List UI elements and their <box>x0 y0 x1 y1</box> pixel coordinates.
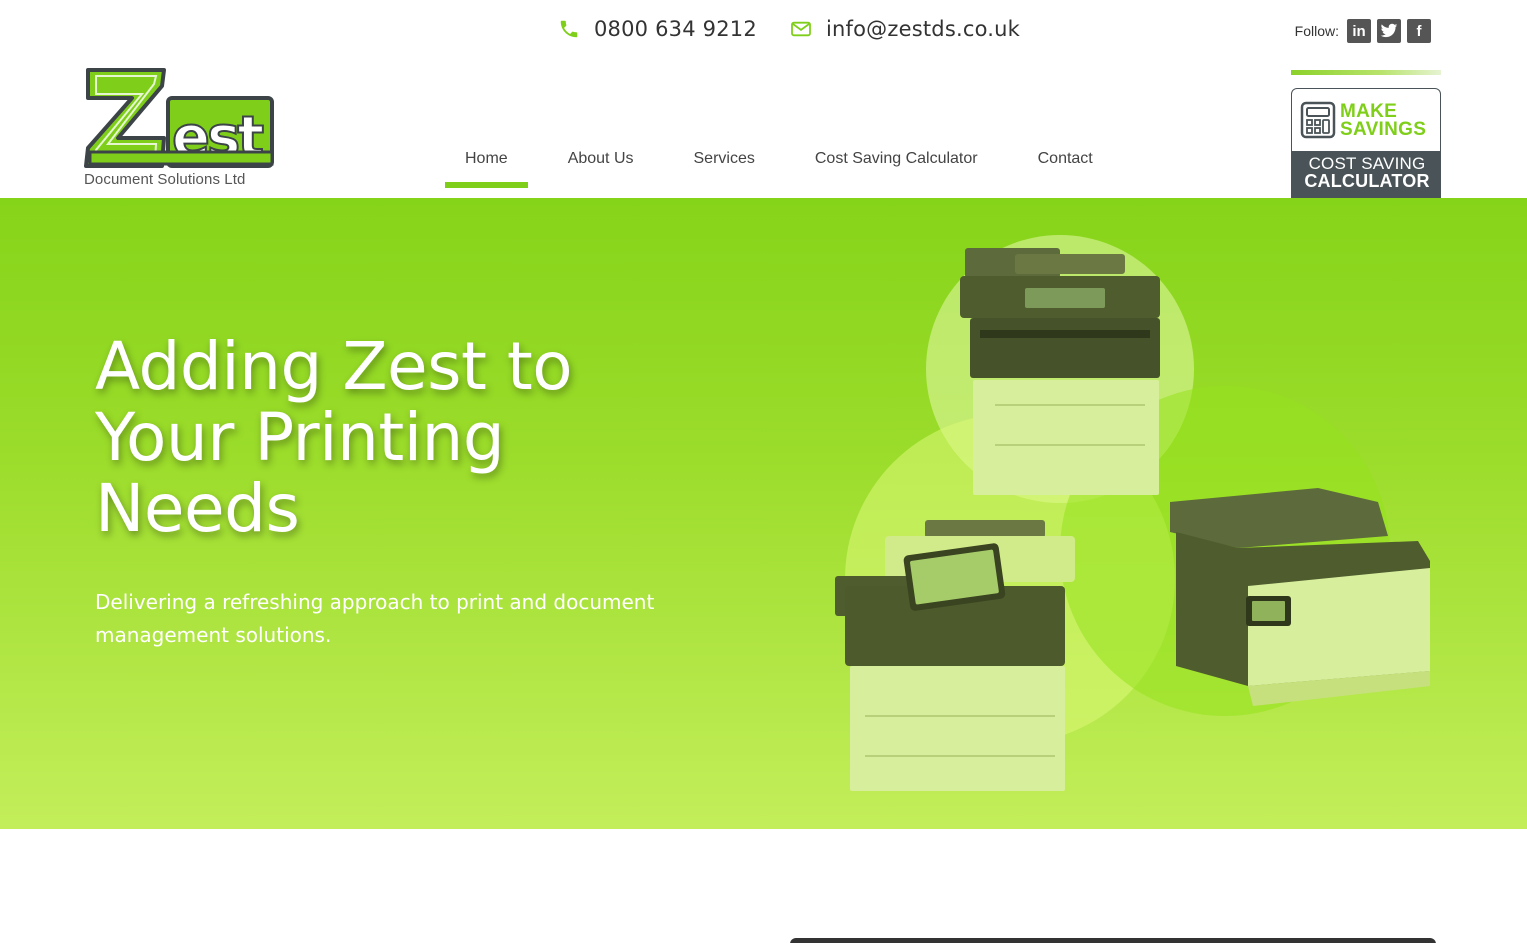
calculator-badge-label: COST SAVING CALCULATOR <box>1292 151 1440 197</box>
follow-label: Follow: <box>1294 23 1339 39</box>
phone-contact[interactable]: 0800 634 9212 <box>558 17 757 41</box>
calculator-badge-heading: MAKE SAVINGS <box>1340 101 1427 140</box>
nav-item-about-us[interactable]: About Us <box>548 138 654 188</box>
printer-image-mfp-top <box>960 248 1160 495</box>
nav-item-contact[interactable]: Contact <box>1018 138 1113 188</box>
calculator-badge-top: MAKE SAVINGS <box>1292 89 1440 151</box>
twitter-icon[interactable] <box>1377 19 1401 43</box>
zest-logo-wordmark: est <box>84 68 274 171</box>
nav-item-services[interactable]: Services <box>674 138 775 188</box>
email-contact[interactable]: info@zestds.co.uk <box>790 17 1020 41</box>
printer-image-mfp-right <box>1170 488 1430 706</box>
phone-icon <box>560 20 578 38</box>
printer-image-mfp-left <box>835 520 1075 791</box>
cost-saving-calculator-button[interactable]: MAKE SAVINGS COST SAVING CALCULATOR <box>1291 88 1441 198</box>
zest-logo[interactable]: est Document Solutions Ltd <box>84 68 276 192</box>
calculator-accent-bar <box>1291 70 1441 75</box>
top-contact-bar: 0800 634 9212 info@zestds.co.uk Follow: … <box>0 0 1527 64</box>
email-address[interactable]: info@zestds.co.uk <box>826 17 1020 41</box>
hero-subtitle: Delivering a refreshing approach to prin… <box>95 590 655 647</box>
envelope-icon <box>791 21 811 37</box>
next-section-image-edge <box>790 938 1436 943</box>
hero-title: Adding Zest to Your Printing Needs <box>95 328 573 547</box>
hero-banner: Adding Zest to Your Printing Needs Deliv… <box>0 198 1527 829</box>
calculator-icon <box>1300 101 1336 139</box>
logo-tagline: Document Solutions Ltd <box>84 171 246 188</box>
main-nav: Home About Us Services Cost Saving Calcu… <box>445 138 1113 188</box>
linkedin-icon[interactable]: in <box>1347 19 1371 43</box>
phone-number[interactable]: 0800 634 9212 <box>594 17 757 41</box>
nav-item-home[interactable]: Home <box>445 138 528 188</box>
social-follow: Follow: in f <box>1295 19 1431 43</box>
nav-item-cost-saving-calculator[interactable]: Cost Saving Calculator <box>795 138 998 188</box>
facebook-icon[interactable]: f <box>1407 19 1431 43</box>
